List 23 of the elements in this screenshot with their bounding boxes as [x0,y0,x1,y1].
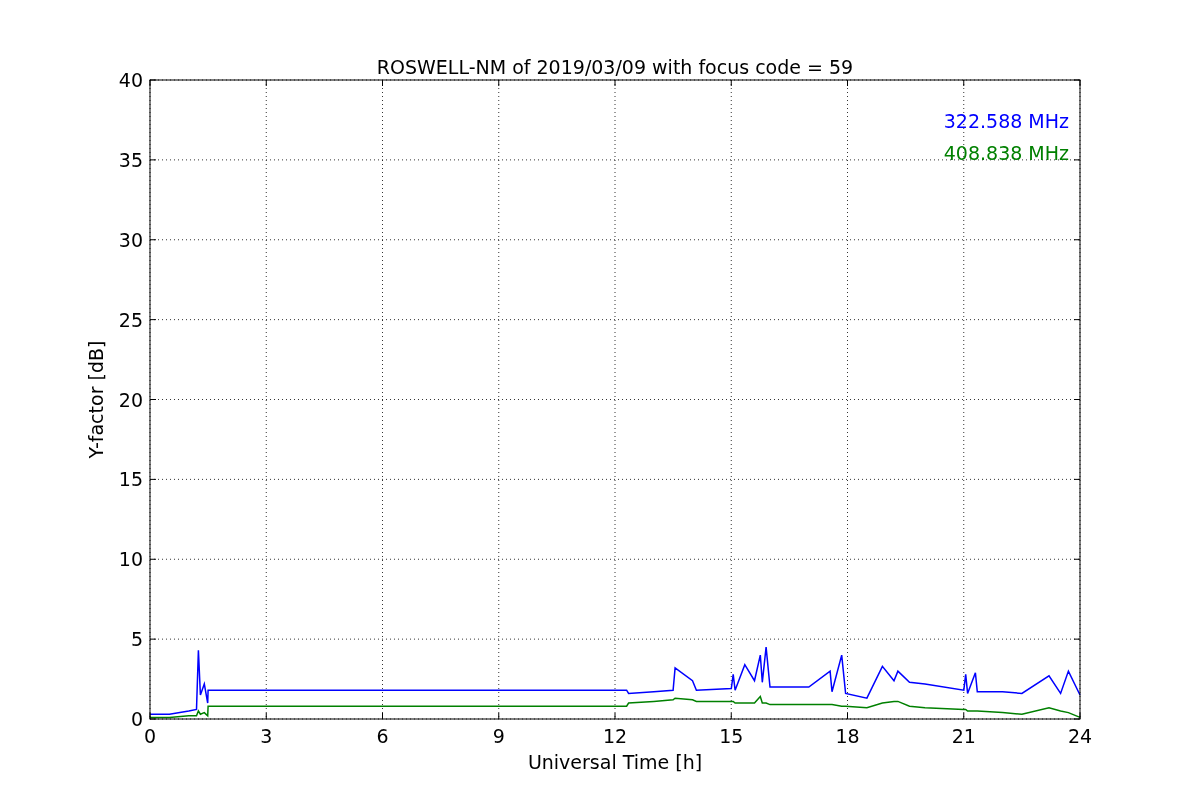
tick-label: 24 [1067,725,1093,747]
tick-label: 35 [118,148,143,171]
tick-label: 9 [492,725,505,747]
chart-title: ROSWELL-NM of 2019/03/09 with focus code = 59 [376,56,854,78]
tick-label: 40 [118,69,143,91]
tick-label: 21 [951,725,976,747]
tick-label: 20 [118,388,143,411]
tick-label: 0 [130,708,143,730]
tick-label: 0 [143,725,157,747]
tick-label: 5 [130,628,143,651]
tick-label: 15 [118,468,143,491]
legend-label: 408.838 MHz [943,142,1069,164]
tick-label: 25 [118,308,143,331]
axis-label: Y-factor [dB] [85,340,107,459]
legend-label: 322.588 MHz [943,110,1069,132]
tick-label: 6 [376,725,389,747]
tick-label: 15 [719,725,744,747]
tick-label: 18 [835,725,860,747]
tick-label: 12 [602,725,628,747]
tick-label: 10 [118,548,143,571]
tick-label: 3 [260,725,273,747]
tick-label: 30 [118,228,143,251]
axis-label: Universal Time [h] [527,751,703,773]
